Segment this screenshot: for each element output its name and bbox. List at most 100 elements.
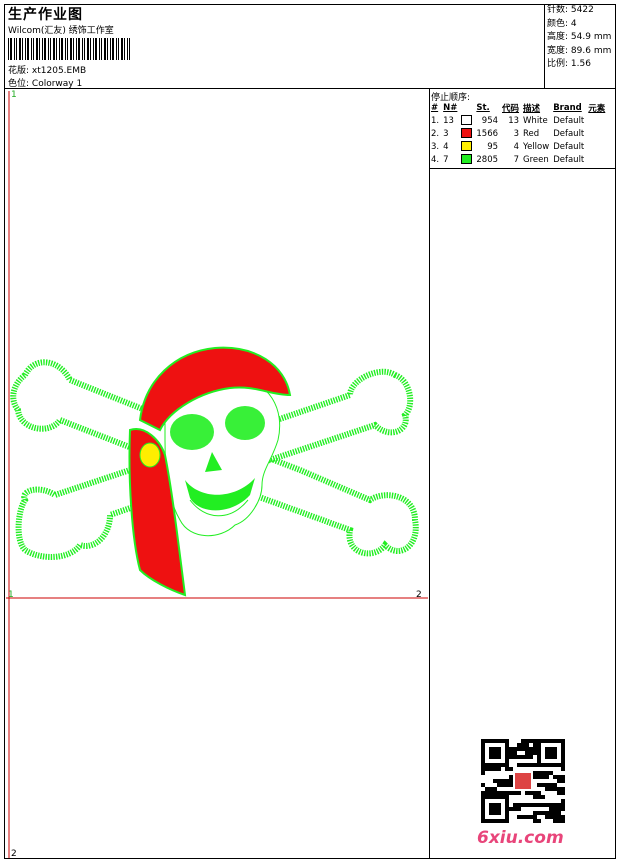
qr-module [521,743,525,747]
qr-module [517,763,521,767]
qr-module [557,807,561,811]
qr-module [497,779,501,783]
axis-label-top-left: 1 [11,90,17,100]
qr-module [509,783,513,787]
qr-module [557,787,561,791]
qr-module [525,803,529,807]
qr-module [509,791,513,795]
qr-module [513,747,517,751]
qr-module [481,767,485,771]
qr-module [537,783,541,787]
qr-module [489,787,493,791]
qr-module [549,807,553,811]
qr-module [553,815,557,819]
qr-module [557,819,561,823]
qr-module [505,791,509,795]
qr-module [533,751,537,755]
qr-module [489,767,493,771]
qr-module [521,815,525,819]
qr-module [513,751,517,755]
qr-code[interactable] [481,739,565,823]
watermark-logo: 6xiu.com [477,828,564,848]
qr-module [529,803,533,807]
qr-module [561,815,565,819]
qr-module [549,815,553,819]
qr-module [541,803,545,807]
qr-module [509,755,513,759]
qr-module [501,791,505,795]
qr-module [517,791,521,795]
qr-module [533,775,537,779]
qr-module [541,795,545,799]
qr-module [553,775,557,779]
qr-seal [515,773,531,789]
qr-module [561,779,565,783]
qr-module [521,739,525,743]
qr-module [537,791,541,795]
qr-module [533,803,537,807]
axis-label-mid-left: 1 [8,590,14,600]
qr-module [561,767,565,771]
qr-module [481,791,485,795]
qr-module [545,803,549,807]
qr-module [561,787,565,791]
qr-module [533,763,537,767]
axis-label-mid-right: 2 [416,590,422,600]
qr-module [481,783,485,787]
qr-module [525,755,529,759]
qr-module [529,791,533,795]
qr-module [517,807,521,811]
qr-module [493,779,497,783]
qr-module [521,803,525,807]
qr-module [557,803,561,807]
qr-finder [489,747,501,759]
qr-module [509,779,513,783]
qr-module [545,815,549,819]
qr-module [509,751,513,755]
qr-module [533,795,537,799]
qr-module [561,799,565,803]
qr-module [505,767,509,771]
embroidery-canvas: 1 1 2 2 [6,90,428,859]
qr-module [529,751,533,755]
qr-module [485,791,489,795]
left-eye-socket [170,414,214,450]
qr-module [533,743,537,747]
qr-module [521,747,525,751]
qr-module [493,791,497,795]
qr-module [513,807,517,811]
qr-module [533,811,537,815]
qr-module [537,819,541,823]
qr-module [501,783,505,787]
qr-module [517,815,521,819]
qr-module [525,763,529,767]
qr-module [537,795,541,799]
qr-module [553,803,557,807]
qr-module [545,787,549,791]
qr-module [525,791,529,795]
qr-module [497,791,501,795]
qr-module [513,803,517,807]
qr-module [533,819,537,823]
qr-module [529,755,533,759]
qr-module [505,779,509,783]
qr-module [545,783,549,787]
qr-module [517,803,521,807]
qr-module [549,811,553,815]
qr-module [493,767,497,771]
qr-module [561,819,565,823]
qr-module [537,803,541,807]
qr-module [549,787,553,791]
qr-module [529,815,533,819]
qr-module [561,775,565,779]
qr-module [525,815,529,819]
right-eye-socket [225,406,265,440]
qr-module [493,787,497,791]
qr-module [533,747,537,751]
qr-module [481,771,485,775]
qr-module [509,775,513,779]
qr-module [553,811,557,815]
qr-module [485,787,489,791]
qr-module [529,763,533,767]
qr-module [561,803,565,807]
